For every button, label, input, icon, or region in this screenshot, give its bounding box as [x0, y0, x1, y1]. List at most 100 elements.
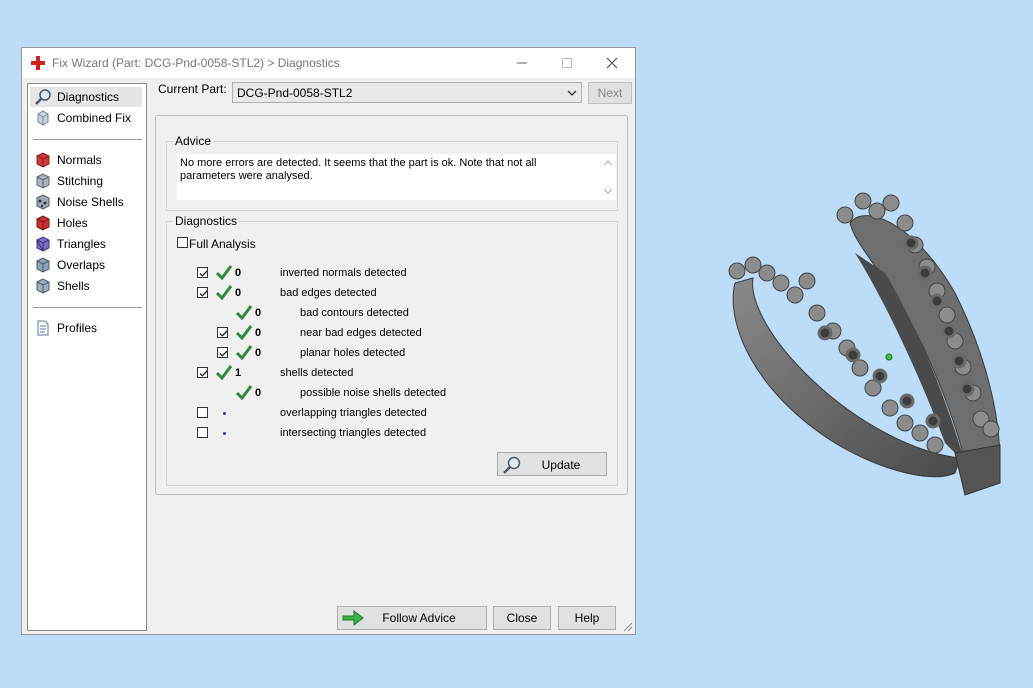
sidebar-item-label: Noise Shells	[57, 195, 124, 209]
checkmark-icon	[199, 270, 208, 277]
holes-icon	[36, 215, 50, 231]
near-bad-edges-count: 0	[255, 327, 262, 339]
checkmark-icon	[219, 350, 228, 357]
chevron-up-icon	[603, 160, 613, 166]
help-button[interactable]: Help	[558, 606, 616, 630]
current-part-label: Current Part:	[158, 82, 227, 96]
close-window-button[interactable]	[590, 48, 634, 78]
part-3d-model[interactable]	[715, 183, 1005, 499]
sidebar-item-normals[interactable]: Normals	[30, 150, 142, 170]
diagnostics-legend: Diagnostics	[173, 214, 240, 228]
combined-fix-icon	[37, 110, 49, 126]
sidebar-divider	[33, 139, 142, 140]
green-check-icon	[215, 265, 233, 280]
bad-edges-checkbox[interactable]	[197, 287, 208, 298]
inverted-normals-count: 0	[235, 267, 242, 279]
main-panel: Advice No more errors are detected. It s…	[155, 115, 628, 495]
intersecting-triangles-label: intersecting triangles detected	[280, 427, 427, 439]
noise-shells-count: 0	[255, 387, 262, 399]
sidebar-item-noise-shells[interactable]: Noise Shells	[30, 192, 142, 212]
noise-shells-label: possible noise shells detected	[300, 387, 447, 399]
shells-icon	[36, 278, 50, 294]
window-title: Fix Wizard (Part: DCG-Pnd-0058-STL2) > D…	[52, 56, 340, 70]
bad-edges-label: bad edges detected	[280, 287, 377, 299]
sidebar-divider	[33, 307, 142, 308]
inverted-normals-checkbox[interactable]	[197, 267, 208, 278]
planar-holes-checkbox[interactable]	[217, 347, 228, 358]
normals-icon	[36, 152, 50, 168]
planar-holes-label: planar holes detected	[300, 347, 406, 359]
chevron-down-icon	[567, 90, 577, 96]
pivot-marker	[885, 353, 893, 361]
minimize-button[interactable]	[500, 48, 544, 78]
maximize-button[interactable]	[545, 48, 589, 78]
advice-legend: Advice	[173, 134, 214, 148]
diagnostics-group: Diagnostics Full Analysis 0 inverted nor…	[166, 214, 618, 486]
fix-wizard-window: Fix Wizard (Part: DCG-Pnd-0058-STL2) > D…	[21, 47, 636, 635]
follow-advice-label: Follow Advice	[382, 611, 456, 625]
checkmark-icon	[199, 370, 208, 377]
resize-grip-icon[interactable]	[623, 622, 633, 632]
checkmark-icon	[219, 330, 228, 337]
sidebar-item-combined-fix[interactable]: Combined Fix	[30, 108, 142, 128]
sidebar-item-label: Profiles	[57, 321, 98, 335]
checkmark-icon	[199, 290, 208, 297]
red-cross-icon	[31, 56, 45, 70]
sidebar-item-label: Stitching	[57, 174, 104, 188]
planar-holes-count: 0	[255, 347, 262, 359]
shells-label: shells detected	[280, 367, 354, 379]
triangles-icon	[36, 236, 50, 252]
bad-contours-count: 0	[255, 307, 262, 319]
advice-group: Advice No more errors are detected. It s…	[166, 134, 618, 211]
near-bad-edges-label: near bad edges detected	[300, 327, 422, 339]
full-analysis-checkbox[interactable]	[177, 237, 188, 248]
next-button[interactable]: Next	[588, 82, 632, 104]
green-check-icon	[235, 385, 253, 400]
shells-checkbox[interactable]	[197, 367, 208, 378]
full-analysis-label: Full Analysis	[189, 237, 256, 251]
sidebar-item-label: Triangles	[57, 237, 106, 251]
near-bad-edges-checkbox[interactable]	[217, 327, 228, 338]
sidebar-item-triangles[interactable]: Triangles	[30, 234, 142, 254]
overlaps-icon	[36, 257, 50, 273]
sidebar-item-label: Holes	[57, 216, 88, 230]
maximize-icon	[562, 58, 572, 68]
shells-count: 1	[235, 367, 242, 379]
green-check-icon	[235, 345, 253, 360]
sidebar-item-holes[interactable]: Holes	[30, 213, 142, 233]
stitching-icon	[36, 173, 50, 189]
sidebar-item-stitching[interactable]: Stitching	[30, 171, 142, 191]
overlapping-triangles-checkbox[interactable]	[197, 407, 208, 418]
close-icon	[606, 57, 618, 69]
sidebar-item-overlaps[interactable]: Overlaps	[30, 255, 142, 275]
sidebar-item-label: Diagnostics	[57, 90, 120, 104]
green-check-icon	[215, 285, 233, 300]
advice-scrollbar[interactable]	[600, 154, 616, 200]
sidebar-item-label: Combined Fix	[57, 111, 132, 125]
green-check-icon	[235, 325, 253, 340]
current-part-value: DCG-Pnd-0058-STL2	[237, 86, 353, 100]
bad-contours-label: bad contours detected	[300, 307, 409, 319]
update-button[interactable]: Update	[497, 452, 607, 476]
sidebar-item-diagnostics[interactable]: Diagnostics	[30, 87, 142, 107]
intersecting-triangles-checkbox[interactable]	[197, 427, 208, 438]
close-button[interactable]: Close	[493, 606, 551, 630]
green-check-icon	[235, 305, 253, 320]
sidebar-item-label: Normals	[57, 153, 102, 167]
inverted-normals-label: inverted normals detected	[280, 267, 407, 279]
minimize-icon	[517, 62, 527, 64]
pending-dot-icon	[223, 432, 226, 435]
follow-advice-button[interactable]: Follow Advice	[337, 606, 487, 630]
sidebar-item-profiles[interactable]: Profiles	[30, 318, 142, 338]
title-bar[interactable]: Fix Wizard (Part: DCG-Pnd-0058-STL2) > D…	[22, 48, 635, 78]
sidebar-item-shells[interactable]: Shells	[30, 276, 142, 296]
bad-edges-count: 0	[235, 287, 242, 299]
magnifier-icon	[35, 89, 51, 105]
document-icon	[37, 320, 49, 336]
wizard-sidebar: Diagnostics Combined Fix Normals Stitchi…	[27, 83, 147, 631]
advice-text: No more errors are detected. It seems th…	[180, 157, 537, 182]
sidebar-item-label: Overlaps	[57, 258, 106, 272]
green-arrow-icon	[342, 610, 364, 626]
current-part-dropdown[interactable]: DCG-Pnd-0058-STL2	[232, 82, 582, 103]
advice-textbox[interactable]: No more errors are detected. It seems th…	[177, 154, 616, 200]
